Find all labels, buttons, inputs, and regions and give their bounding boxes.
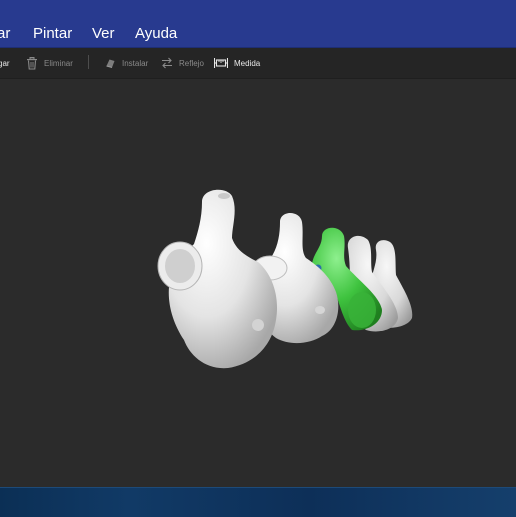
menu-item-cargar[interactable]: ar [0,24,10,44]
3d-viewport[interactable] [0,79,516,487]
instalar-label: Instalar [122,58,149,68]
menu-item-pintar[interactable]: Pintar [33,24,72,44]
menu-bar: ar Pintar Ver Ayuda [0,0,516,48]
measure-icon [214,57,228,69]
model-part-1[interactable] [157,189,278,369]
instalar-button[interactable]: Instalar [105,54,148,72]
status-bar [0,487,516,517]
menu-item-ayuda[interactable]: Ayuda [135,24,177,44]
install-icon [105,58,116,69]
medida-label: Medida [234,58,261,68]
mirror-arrows-icon [161,57,173,69]
eliminar-label: Eliminar [44,58,73,68]
menu-item-ver[interactable]: Ver [92,24,115,44]
toolbar-divider [88,55,89,69]
agregar-button[interactable]: gar [0,54,10,72]
model-scene [157,189,413,369]
reflejo-button[interactable]: Reflejo [161,54,204,72]
medida-button[interactable]: Medida [214,54,260,72]
reflejo-label: Reflejo [179,58,204,68]
eliminar-button[interactable]: Eliminar [26,54,73,72]
agregar-label: gar [0,58,10,68]
trash-icon [26,56,38,70]
